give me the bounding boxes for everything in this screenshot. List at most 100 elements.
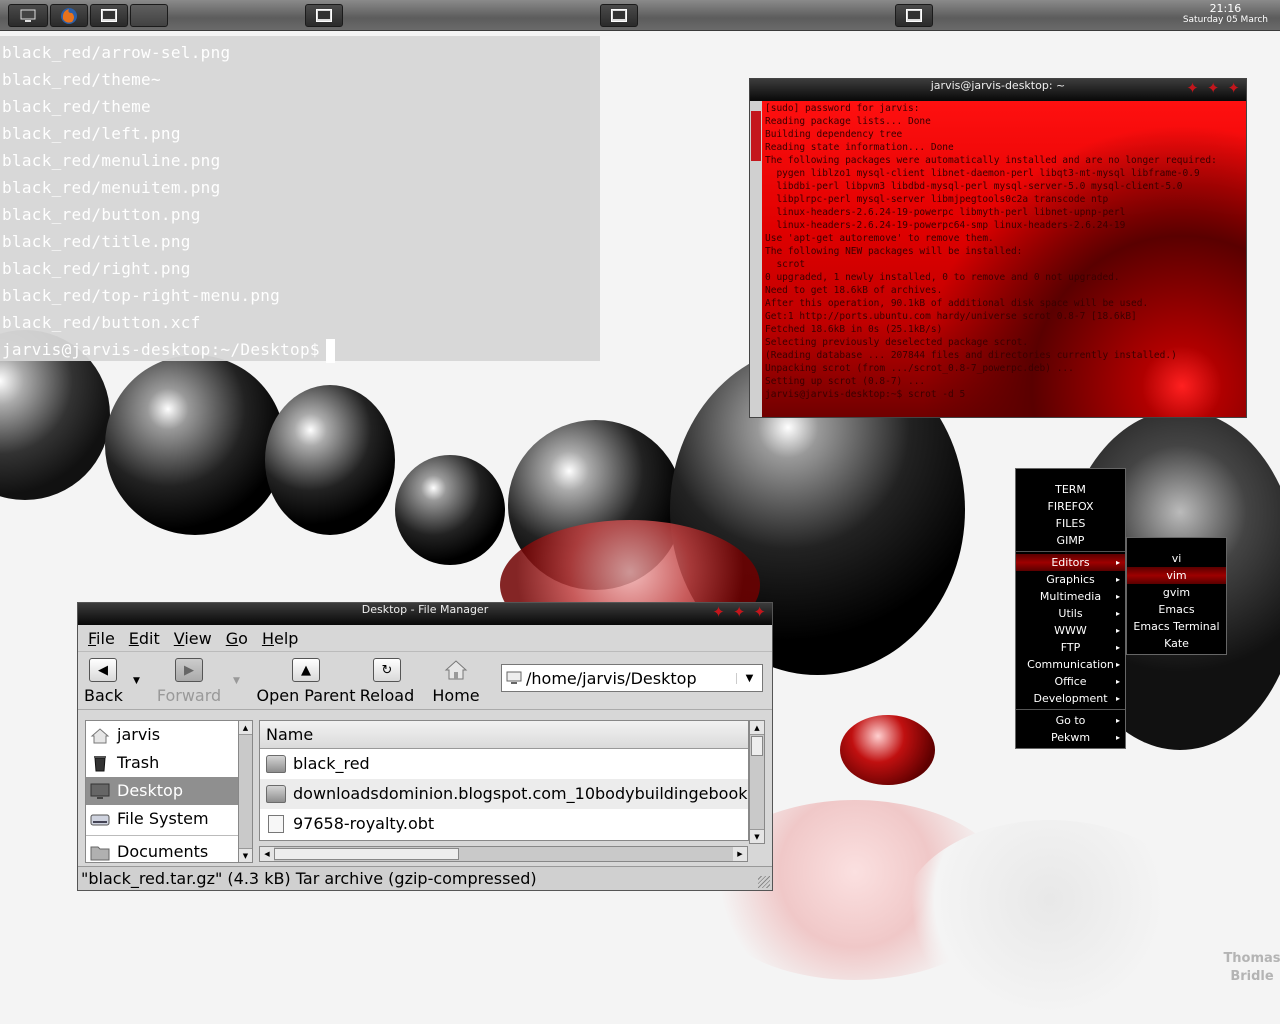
menu-item-www[interactable]: WWW ▸ [1016,622,1125,639]
menu-file[interactable]: File [88,629,115,648]
file-row[interactable]: black_red [260,749,748,779]
terminal-output[interactable]: [sudo] password for jarvis: Reading packa… [762,101,1246,417]
scroll-down-arrow[interactable]: ▼ [239,848,252,862]
submenu-arrow-icon: ▸ [1115,694,1120,703]
terminal-line: black_red/button.xcf [2,313,201,332]
menu-item-emacs-terminal[interactable]: Emacs Terminal [1127,618,1226,635]
apt-terminal-window[interactable]: jarvis@jarvis-desktop: ~ ✦ ✦ ✦ [sudo] pa… [749,78,1247,418]
reload-button[interactable]: ↻ Reload [358,658,416,705]
menu-item-office[interactable]: Office ▸ [1016,673,1125,690]
show-desktop-button[interactable] [8,4,48,27]
menu-item-gimp[interactable]: GIMP [1016,532,1125,549]
sidebar-item-documents[interactable]: Documents [86,838,244,862]
terminal-launcher[interactable] [90,4,128,27]
terminal-line: linux-headers-2.6.24-19-powerpc libmyth-… [765,207,1126,218]
maximize-icon[interactable]: ✦ [733,603,746,621]
window-titlebar[interactable]: Desktop - File Manager ✦ ✦ ✦ [78,603,772,625]
menu-item-vim[interactable]: vim [1127,567,1226,584]
sidebar-scrollbar[interactable]: ▲ ▼ [238,720,253,863]
home-button[interactable]: Home [430,658,482,705]
resize-grip[interactable] [758,876,770,888]
terminal-line: Need to get 18.6kB of archives. [765,285,943,296]
desktop-terminal[interactable]: black_red/arrow-sel.png black_red/theme~… [0,36,600,363]
forward-history-dropdown[interactable]: ▼ [233,676,240,686]
scroll-down-arrow[interactable]: ▼ [750,829,764,843]
folder-icon [90,846,110,861]
terminal-line: 0 upgraded, 1 newly installed, 0 to remo… [765,272,1120,283]
menu-item-multimedia[interactable]: Multimedia ▸ [1016,588,1125,605]
menu-item-vi[interactable]: vi [1127,550,1226,567]
maximize-icon[interactable]: ✦ [1207,79,1220,97]
scroll-up-arrow[interactable]: ▲ [239,721,252,735]
menu-item-firefox[interactable]: FIREFOX [1016,498,1125,515]
back-history-dropdown[interactable]: ▼ [133,676,140,686]
firefox-launcher[interactable] [50,4,88,27]
submenu-arrow-icon: ▸ [1115,643,1120,652]
open-parent-button[interactable]: ▲ Open Parent [256,658,356,705]
sidebar-item-desktop[interactable]: Desktop [86,777,244,805]
terminal-line: The following packages were automaticall… [765,155,1217,166]
menu-item-editors[interactable]: Editors ▸ [1016,554,1125,571]
terminal-line: scrot [765,259,806,270]
terminal-scrollbar[interactable] [750,101,762,417]
location-bar[interactable]: /home/jarvis/Desktop ▼ [501,664,763,692]
back-button[interactable]: ◀ Back [84,658,123,705]
minimize-icon[interactable]: ✦ [1186,79,1199,97]
terminal-line: Get:1 http://ports.ubuntu.com hardy/univ… [765,311,1137,322]
menu-item-emacs[interactable]: Emacs [1127,601,1226,618]
location-dropdown[interactable]: ▼ [736,672,762,684]
empty-launcher-slot[interactable] [130,4,168,27]
menu-item-go-to[interactable]: Go to ▸ [1016,712,1125,729]
terminal-prompt: jarvis@jarvis-desktop:~/Desktop$ [2,340,320,359]
scroll-right-arrow[interactable]: ▶ [733,847,747,861]
folder-icon [266,785,286,803]
close-icon[interactable]: ✦ [1227,79,1240,97]
terminal-line: After this operation, 90.1kB of addition… [765,298,1149,309]
panel-clock[interactable]: 21:16 Saturday 05 March [1183,2,1268,25]
scrollbar-thumb[interactable] [274,848,459,860]
submenu-arrow-icon: ▸ [1115,626,1120,635]
minimize-icon[interactable]: ✦ [712,603,725,621]
scrollbar-thumb[interactable] [751,111,761,161]
menu-item-communication[interactable]: Communication ▸ [1016,656,1125,673]
terminal-prompt-line[interactable]: jarvis@jarvis-desktop:~/Desktop$ [0,336,600,363]
status-bar: "black_red.tar.gz" (4.3 kB) Tar archive … [78,866,772,890]
sidebar-item-trash[interactable]: Trash [86,749,244,777]
document-icon [268,815,284,833]
menu-item-term[interactable]: TERM [1016,481,1125,498]
file-row[interactable]: downloadsdominion.blogspot.com_10bodybui… [260,779,748,809]
menu-item-development[interactable]: Development ▸ [1016,690,1125,707]
file-list-vscrollbar[interactable]: ▲ ▼ [749,720,765,844]
menu-item-utils[interactable]: Utils ▸ [1016,605,1125,622]
terminal-icon [906,9,922,22]
menu-view[interactable]: View [174,629,212,648]
forward-button[interactable]: ▶ Forward [154,658,224,705]
taskbar-terminal-2[interactable] [600,4,638,27]
menu-item-pekwm[interactable]: Pekwm ▸ [1016,729,1125,746]
file-row[interactable]: 97658-royalty.obt [260,809,748,839]
submenu-arrow-icon: ▸ [1115,575,1120,584]
menu-help[interactable]: Help [262,629,298,648]
terminal-line: The following NEW packages will be insta… [765,246,1023,257]
close-icon[interactable]: ✦ [753,603,766,621]
scrollbar-thumb[interactable] [751,736,763,756]
column-header-name[interactable]: Name [260,721,748,749]
menu-item-kate[interactable]: Kate [1127,635,1226,652]
sidebar-item-label: Documents [117,842,209,861]
sidebar-item-jarvis[interactable]: jarvis [86,721,244,749]
menu-item-gvim[interactable]: gvim [1127,584,1226,601]
wallpaper-credit: Thomas Bridle [1222,950,1280,986]
menu-edit[interactable]: Edit [129,629,160,648]
window-titlebar[interactable]: jarvis@jarvis-desktop: ~ ✦ ✦ ✦ [750,79,1246,101]
file-manager-window[interactable]: Desktop - File Manager ✦ ✦ ✦ File Edit V… [77,602,773,891]
file-list-hscrollbar[interactable]: ◀ ▶ [259,846,748,862]
scroll-left-arrow[interactable]: ◀ [260,847,274,861]
taskbar-terminal-1[interactable] [305,4,343,27]
menu-item-ftp[interactable]: FTP ▸ [1016,639,1125,656]
scroll-up-arrow[interactable]: ▲ [750,721,764,735]
menu-item-files[interactable]: FILES [1016,515,1125,532]
taskbar-terminal-3[interactable] [895,4,933,27]
menu-item-graphics[interactable]: Graphics ▸ [1016,571,1125,588]
sidebar-item-file-system[interactable]: File System [86,805,244,833]
menu-go[interactable]: Go [226,629,248,648]
